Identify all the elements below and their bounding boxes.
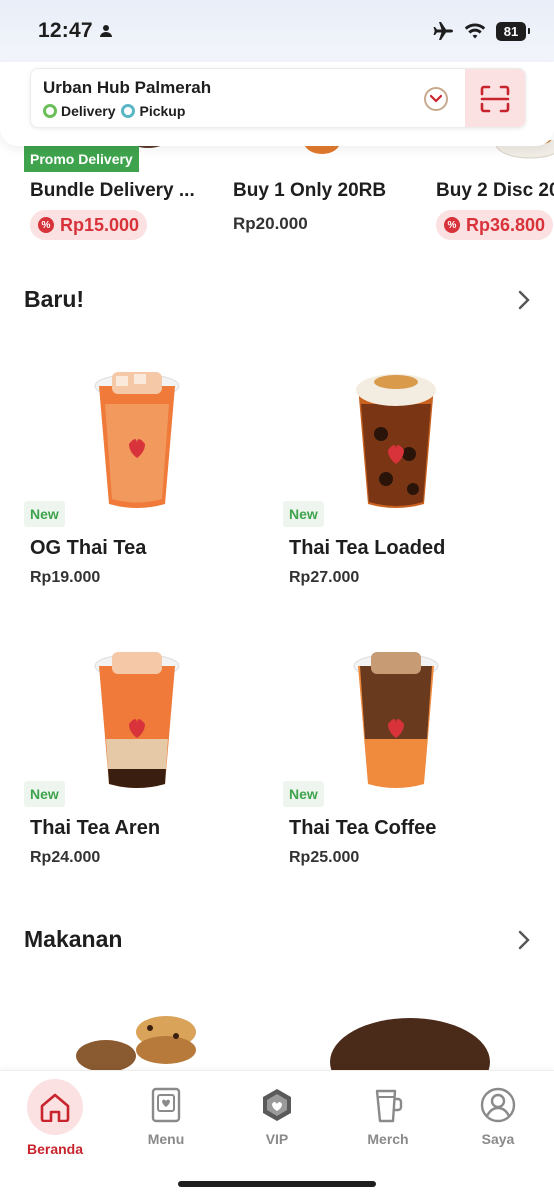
status-bar: 12:47 81: [0, 0, 554, 62]
promo-price: % Rp15.000: [30, 210, 148, 240]
product-image: [72, 644, 202, 794]
new-badge: New: [24, 781, 65, 807]
promo-price-value: Rp36.800: [466, 214, 546, 235]
discount-icon: %: [444, 217, 460, 233]
store-selector[interactable]: Urban Hub Palmerah Delivery Pickup: [30, 68, 526, 128]
wifi-icon: [464, 23, 486, 39]
battery-level: 81: [496, 21, 530, 41]
promo-title[interactable]: Bundle Delivery ...: [30, 180, 195, 202]
promo-tag: Promo Delivery: [24, 146, 139, 172]
promo-title[interactable]: Buy 2 Disc 20: [436, 180, 554, 202]
product-card[interactable]: New Thai Tea Coffee Rp25.000: [283, 644, 503, 884]
tumbler-icon: [368, 1085, 408, 1125]
chevron-right-icon[interactable]: [518, 930, 530, 950]
product-card[interactable]: New Thai Tea Aren Rp24.000: [24, 644, 244, 884]
promo-price-value: Rp15.000: [60, 214, 140, 235]
nav-label: Beranda: [26, 1141, 84, 1157]
mode-pickup[interactable]: Pickup: [121, 103, 185, 119]
section-title: Baru!: [24, 286, 85, 312]
nav-label: Saya: [481, 1131, 515, 1147]
nav-item-beranda[interactable]: Beranda: [10, 1079, 100, 1157]
food-preview: [0, 1010, 554, 1070]
radio-pickup-icon: [121, 104, 136, 118]
status-time: 12:47: [38, 19, 93, 42]
section-title: Makanan: [24, 926, 123, 952]
discount-icon: %: [38, 217, 54, 233]
nav-item-vip[interactable]: VIP: [232, 1085, 322, 1147]
person-icon: [99, 25, 112, 37]
product-name: Thai Tea Aren: [30, 817, 161, 839]
product-price: Rp25.000: [289, 849, 360, 866]
scan-icon: [480, 85, 510, 113]
new-badge: New: [283, 781, 324, 807]
nav-label: VIP: [265, 1131, 289, 1147]
section-header-makanan[interactable]: Makanan: [24, 926, 530, 953]
new-badge: New: [24, 501, 65, 527]
product-price: Rp27.000: [289, 569, 360, 586]
product-price: Rp24.000: [30, 849, 101, 866]
store-header: Urban Hub Palmerah Delivery Pickup: [0, 62, 554, 146]
mode-pickup-label: Pickup: [139, 103, 186, 119]
promo-carousel[interactable]: Promo Delivery Bundle Delivery ... % Rp1…: [0, 140, 554, 250]
home-indicator: [178, 1181, 376, 1187]
radio-delivery-icon: [43, 104, 57, 118]
mode-delivery[interactable]: Delivery: [43, 103, 115, 119]
nav-item-saya[interactable]: Saya: [453, 1085, 543, 1147]
home-icon: [27, 1079, 83, 1135]
product-image: [331, 364, 461, 514]
vip-badge-icon: [257, 1085, 297, 1125]
product-card[interactable]: New OG Thai Tea Rp19.000: [24, 364, 244, 604]
product-price: Rp19.000: [30, 569, 101, 586]
product-image: [331, 644, 461, 794]
product-name: OG Thai Tea: [30, 537, 147, 559]
nav-label: Menu: [147, 1131, 185, 1147]
nav-item-menu[interactable]: Menu: [121, 1085, 211, 1147]
mode-delivery-label: Delivery: [61, 103, 116, 119]
menu-book-icon: [146, 1085, 186, 1125]
airplane-icon: [433, 22, 453, 40]
bottom-nav: Beranda Menu VIP Merch Saya: [0, 1070, 554, 1199]
product-card[interactable]: New Thai Tea Loaded Rp27.000: [283, 364, 503, 604]
nav-label: Merch: [367, 1131, 409, 1147]
profile-icon: [478, 1085, 518, 1125]
section-header-baru[interactable]: Baru!: [24, 286, 530, 313]
store-name: Urban Hub Palmerah: [43, 78, 212, 97]
nav-item-merch[interactable]: Merch: [343, 1085, 433, 1147]
chevron-down-icon[interactable]: [424, 87, 448, 111]
product-name: Thai Tea Coffee: [289, 817, 437, 839]
product-image: [72, 364, 202, 514]
promo-price: % Rp36.800: [436, 210, 554, 240]
scan-button[interactable]: [465, 69, 525, 127]
new-badge: New: [283, 501, 324, 527]
product-name: Thai Tea Loaded: [289, 537, 446, 559]
order-mode-toggle[interactable]: Delivery Pickup: [43, 103, 185, 119]
promo-title[interactable]: Buy 1 Only 20RB: [233, 180, 386, 202]
chevron-right-icon[interactable]: [518, 290, 530, 310]
promo-price: Rp20.000: [233, 214, 308, 233]
